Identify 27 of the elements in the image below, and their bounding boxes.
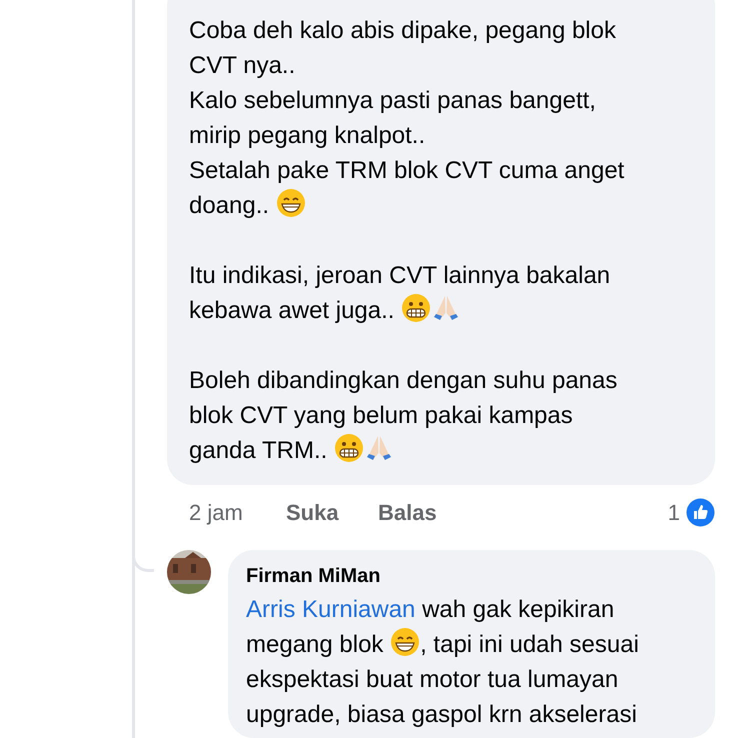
comment-text: Kalo sebelumnya pasti panas bangett,	[189, 87, 596, 114]
comment-text: mirip pegang knalpot..	[189, 122, 426, 149]
comment-text: blok CVT yang belum pakai kampas	[189, 402, 573, 429]
comment-text: ekspektasi buat motor tua lumayan	[246, 666, 618, 693]
comment-text: Itu indikasi, jeroan CVT lainnya bakalan	[189, 262, 610, 289]
reply-link[interactable]: Balas	[378, 496, 437, 529]
comment-text: wah gak kepikiran	[421, 596, 614, 623]
like-link[interactable]: Suka	[286, 496, 378, 529]
comment-text: , tapi ini udah sesuai	[420, 631, 639, 658]
grimacing-face-icon	[334, 433, 364, 463]
reaction-count: 1	[668, 499, 680, 527]
timestamp: 2 jam	[189, 499, 244, 527]
profile-link[interactable]: Arris Kurniawan	[246, 596, 416, 623]
comment-text: Coba deh kalo abis dipake, pegang blok	[189, 17, 616, 44]
grinning-face-icon	[390, 627, 420, 657]
comment-text: Boleh dibandingkan dengan suhu panas	[189, 367, 618, 394]
comment-text: CVT nya..	[189, 52, 296, 79]
comment-text: ganda TRM..	[189, 437, 328, 464]
comment-text: kebawa awet juga..	[189, 297, 396, 324]
comment-text: Setalah pake TRM blok CVT cuma anget	[189, 157, 624, 184]
comment-text: doang..	[189, 192, 270, 219]
comment-text: upgrade, biasa gaspol krn akselerasi	[246, 701, 637, 728]
grinning-face-icon	[276, 188, 306, 218]
author-name[interactable]: Firman MiMan	[246, 563, 715, 589]
comment-text: megang blok	[246, 631, 384, 658]
grimacing-face-icon	[401, 293, 432, 323]
thumbs-up-icon	[686, 498, 715, 527]
